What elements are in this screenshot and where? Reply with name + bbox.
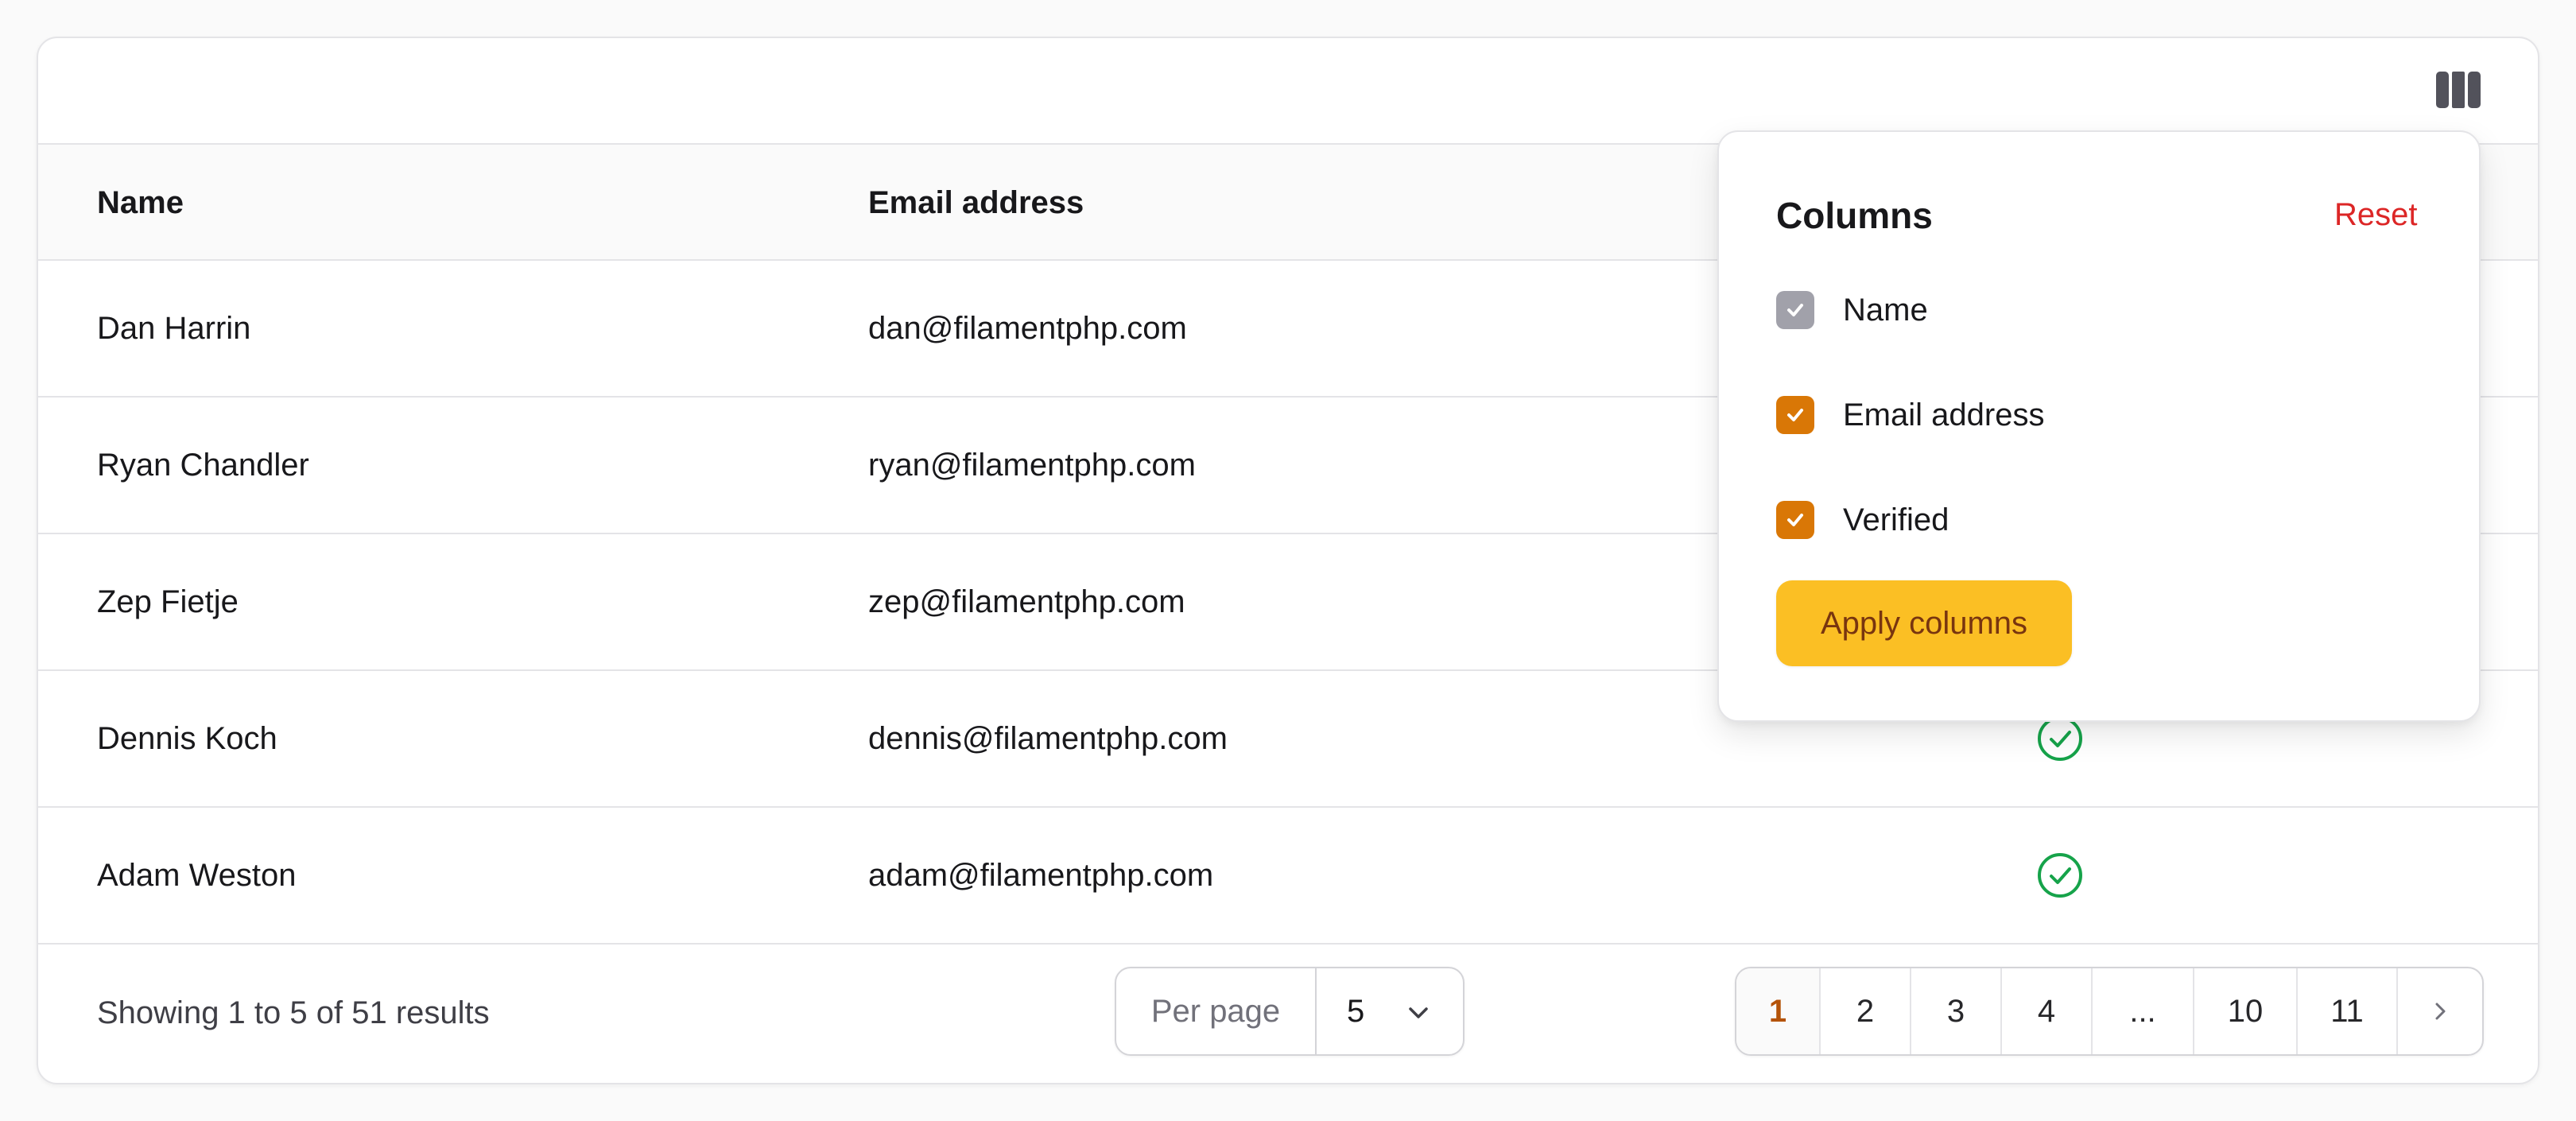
results-summary: Showing 1 to 5 of 51 results xyxy=(97,995,490,1030)
page-button-2[interactable]: 2 xyxy=(1821,968,1911,1054)
column-option-label: Verified xyxy=(1843,502,1949,537)
page-ellipsis: ... xyxy=(2093,968,2194,1054)
column-option-label: Email address xyxy=(1843,398,2045,432)
table-toolbar xyxy=(38,38,2538,143)
pagination: 1 2 3 4 ... 10 11 xyxy=(1735,967,2484,1056)
apply-columns-button[interactable]: Apply columns xyxy=(1776,580,2072,666)
reset-columns-link[interactable]: Reset xyxy=(2334,197,2418,233)
cell-name: Dan Harrin xyxy=(97,311,251,346)
cell-email: ryan@filamentphp.com xyxy=(868,448,1196,483)
check-icon xyxy=(1787,409,1803,421)
columns-icon xyxy=(2436,72,2481,108)
cell-email: dan@filamentphp.com xyxy=(868,311,1187,346)
per-page-label: Per page xyxy=(1116,968,1317,1054)
page-button-10[interactable]: 10 xyxy=(2194,968,2298,1054)
cell-name: Dennis Koch xyxy=(97,721,277,756)
cell-email: zep@filamentphp.com xyxy=(868,584,1185,619)
column-option-verified[interactable]: Verified xyxy=(1776,498,2333,542)
page-button-3[interactable]: 3 xyxy=(1911,968,2002,1054)
chevron-down-icon xyxy=(1409,1007,1428,1018)
chevron-right-icon xyxy=(2435,1003,2446,1020)
page-button-1[interactable]: 1 xyxy=(1736,968,1821,1054)
cell-name: Zep Fietje xyxy=(97,584,239,619)
page-button-11[interactable]: 11 xyxy=(2298,968,2398,1054)
column-toggle-button[interactable] xyxy=(2434,70,2482,110)
per-page-value: 5 xyxy=(1347,994,1365,1029)
columns-popover: Columns Reset Name Email address Verifie… xyxy=(1717,130,2481,722)
check-icon xyxy=(1787,514,1803,526)
per-page-control: Per page 5 xyxy=(1115,967,1465,1056)
verified-check-icon xyxy=(2038,716,2082,761)
verified-check-icon xyxy=(2038,853,2082,898)
column-option-email[interactable]: Email address xyxy=(1776,393,2333,437)
column-header-email[interactable]: Email address xyxy=(868,145,1084,261)
columns-popover-title: Columns xyxy=(1776,195,1933,236)
cell-name: Adam Weston xyxy=(97,858,297,893)
column-option-name[interactable]: Name xyxy=(1776,288,2333,332)
check-icon xyxy=(1787,304,1803,316)
column-header-name[interactable]: Name xyxy=(97,145,184,261)
cell-name: Ryan Chandler xyxy=(97,448,309,483)
next-page-button[interactable] xyxy=(2398,968,2482,1054)
column-option-label: Name xyxy=(1843,293,1928,328)
table-row[interactable]: Adam Weston adam@filamentphp.com xyxy=(38,808,2538,945)
checkbox-name[interactable] xyxy=(1776,291,1814,329)
checkbox-email[interactable] xyxy=(1776,396,1814,434)
cell-email: dennis@filamentphp.com xyxy=(868,721,1228,756)
checkbox-verified[interactable] xyxy=(1776,501,1814,539)
cell-email: adam@filamentphp.com xyxy=(868,858,1214,893)
per-page-select[interactable]: 5 xyxy=(1317,968,1463,1054)
table-footer: Showing 1 to 5 of 51 results Per page 5 … xyxy=(38,940,2538,1083)
page-button-4[interactable]: 4 xyxy=(2002,968,2093,1054)
